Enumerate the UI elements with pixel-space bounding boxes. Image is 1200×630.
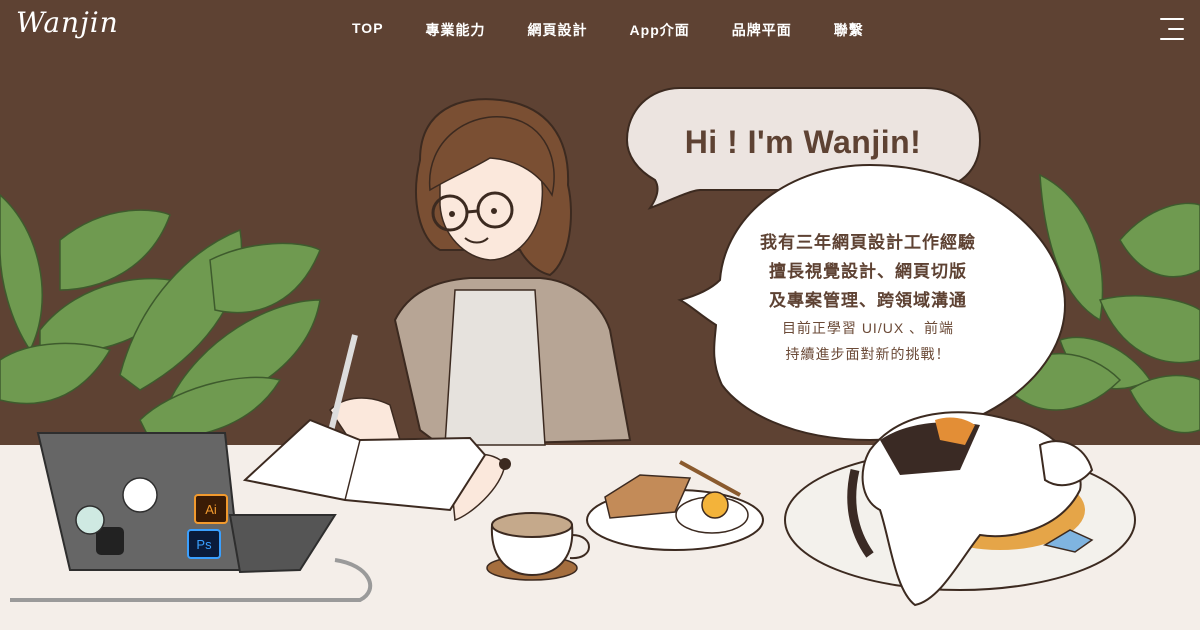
nav-item-contact[interactable]: 聯繫: [834, 20, 864, 40]
nav-item-web-design[interactable]: 網頁設計: [528, 20, 588, 40]
main-menu: TOP 專業能力 網頁設計 App介面 品牌平面 聯繫: [352, 20, 906, 40]
intro-line-4: 目前正學習 UI/UX 、前端: [781, 320, 955, 336]
nav-item-brand-graphic[interactable]: 品牌平面: [732, 20, 792, 40]
svg-text:Ps: Ps: [196, 537, 212, 552]
greeting-bubble: Hi ! I'm Wanjin!: [627, 88, 979, 191]
svg-text:Ai: Ai: [205, 502, 217, 517]
sleeping-cat: [784, 411, 1136, 607]
coffee-cup: [486, 512, 590, 581]
nav-item-skills[interactable]: 專業能力: [426, 20, 486, 40]
breakfast-plate: [586, 460, 764, 551]
nav-item-top[interactable]: TOP: [352, 20, 384, 40]
intro-line-1: 我有三年網頁設計工作經驗: [760, 233, 976, 252]
intro-line-5: 持續進步面對新的挑戰！: [785, 346, 951, 362]
intro-line-2: 擅長視覺設計、網頁切版: [769, 262, 967, 281]
site-logo[interactable]: Wanjin: [16, 6, 119, 39]
hero-illustration: Ai Ps: [0, 87, 1200, 607]
left-plant: [0, 194, 321, 441]
greeting-text: Hi ! I'm Wanjin!: [684, 124, 922, 160]
top-nav: Wanjin TOP 專業能力 網頁設計 App介面 品牌平面 聯繫: [0, 0, 1200, 56]
nav-item-app-ui[interactable]: App介面: [630, 20, 690, 40]
intro-line-3: 及專案管理、跨領域溝通: [769, 291, 967, 310]
hamburger-menu-icon[interactable]: [1160, 18, 1184, 40]
intro-bubble: 我有三年網頁設計工作經驗 擅長視覺設計、網頁切版 及專案管理、跨領域溝通 目前正…: [718, 228, 1018, 367]
